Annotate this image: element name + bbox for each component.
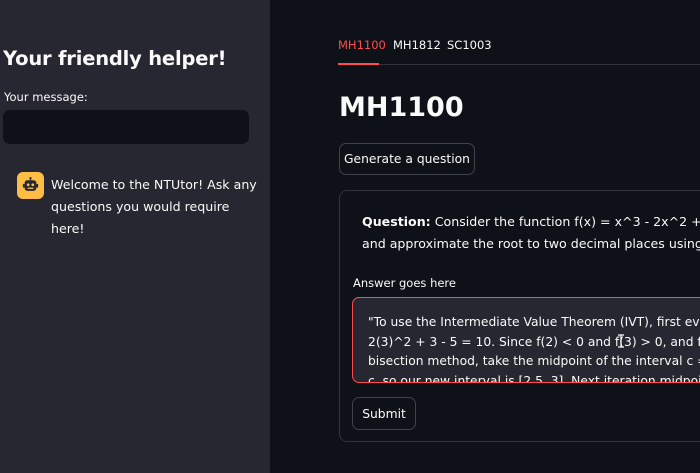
- answer-label: Answer goes here: [353, 276, 456, 290]
- message-input[interactable]: [3, 110, 249, 144]
- robot-icon: [17, 172, 44, 199]
- tab-bar: MH1100 MH1812 SC1003: [338, 38, 700, 65]
- question-prefix: Question:: [362, 214, 431, 229]
- question-line-2: and approximate the root to two decimal …: [362, 236, 700, 251]
- answer-textarea[interactable]: "To use the Intermediate Value Theorem (…: [352, 297, 700, 383]
- main-content: MH1100 MH1812 SC1003 MH1100 Generate a q…: [270, 0, 700, 473]
- question-line-1: Question: Consider the function f(x) = x…: [362, 211, 700, 233]
- chat-message-text: Welcome to the NTUtor! Ask any questions…: [51, 177, 257, 236]
- question-form: Question: Consider the function f(x) = x…: [339, 190, 700, 442]
- page-title: MH1100: [339, 92, 464, 123]
- tab-mh1100[interactable]: MH1100: [338, 38, 386, 65]
- question-text: Question: Consider the function f(x) = x…: [362, 211, 700, 255]
- message-input-label: Your message:: [4, 90, 88, 104]
- app-window: Your friendly helper! Your message: Welc…: [0, 0, 700, 473]
- question-line-1-text: Consider the function f(x) = x^3 - 2x^2 …: [434, 214, 700, 229]
- generate-question-button[interactable]: Generate a question: [339, 143, 475, 175]
- sidebar: Your friendly helper! Your message: Welc…: [0, 0, 270, 473]
- sidebar-title: Your friendly helper!: [3, 47, 227, 70]
- submit-button[interactable]: Submit: [352, 397, 416, 430]
- answer-text: "To use the Intermediate Value Theorem (…: [368, 315, 700, 383]
- text-cursor-icon: [618, 334, 624, 348]
- tab-sc1003[interactable]: SC1003: [447, 38, 492, 65]
- tab-mh1812[interactable]: MH1812: [393, 38, 441, 65]
